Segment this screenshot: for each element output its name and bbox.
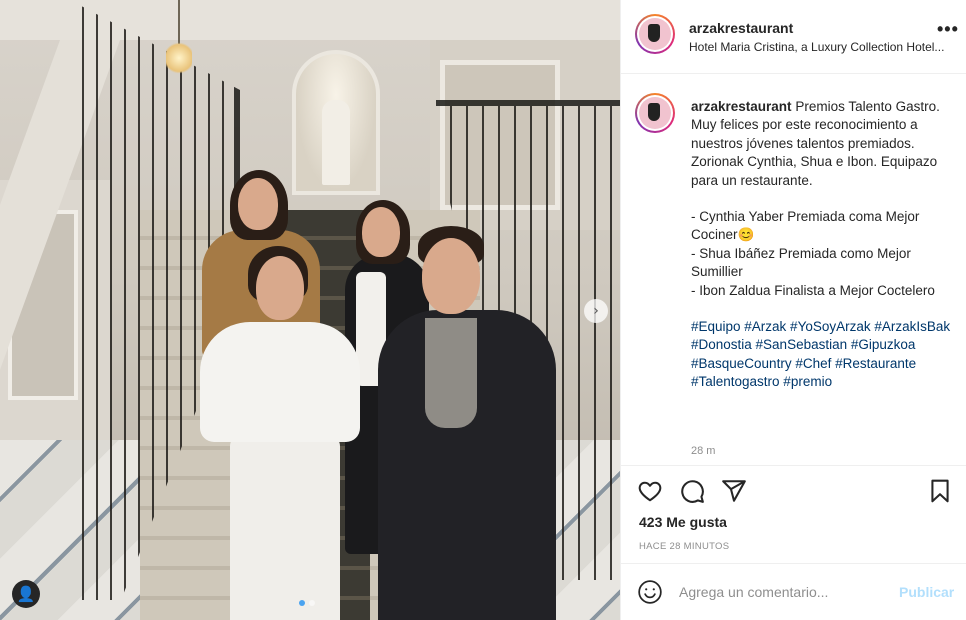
post-photo[interactable]: › 👤 bbox=[0, 0, 620, 620]
post-location[interactable]: Hotel Maria Cristina, a Luxury Collectio… bbox=[689, 40, 951, 54]
divider bbox=[621, 73, 966, 74]
avatar[interactable] bbox=[635, 93, 675, 133]
comment-icon[interactable] bbox=[679, 478, 705, 504]
post-sidebar: arzakrestaurant Hotel Maria Cristina, a … bbox=[620, 0, 966, 620]
post-timestamp[interactable]: HACE 28 MINUTOS bbox=[639, 541, 729, 552]
caption-line: - Shua Ibáñez Premiada como Mejor Sumill… bbox=[691, 245, 911, 280]
divider bbox=[621, 465, 966, 466]
caption-time: 28 m bbox=[691, 445, 716, 457]
avatar[interactable] bbox=[635, 14, 675, 54]
carousel-next-button[interactable]: › bbox=[584, 299, 608, 323]
post-username[interactable]: arzakrestaurant bbox=[689, 20, 793, 36]
caption-line: - Ibon Zaldua Finalista a Mejor Cocteler… bbox=[691, 282, 935, 298]
divider bbox=[621, 563, 966, 564]
lamp-cord bbox=[178, 0, 180, 44]
likes-count[interactable]: 423 Me gusta bbox=[639, 514, 727, 530]
user-tag-icon[interactable]: 👤 bbox=[12, 580, 40, 608]
carousel-dot bbox=[299, 600, 305, 606]
carousel-indicator bbox=[299, 600, 315, 606]
caption-hashtags[interactable]: #Equipo #Arzak #YoSoyArzak #ArzakIsBak #… bbox=[691, 318, 961, 392]
post-caption: arzakrestaurant Premios Talento Gastro. … bbox=[691, 98, 961, 392]
comment-input[interactable] bbox=[679, 581, 889, 603]
statue bbox=[322, 100, 350, 185]
heart-icon[interactable] bbox=[637, 478, 663, 504]
lamp bbox=[166, 40, 192, 76]
carousel-dot bbox=[309, 600, 315, 606]
publish-button[interactable]: Publicar bbox=[899, 584, 954, 600]
bookmark-icon[interactable] bbox=[927, 478, 953, 504]
share-icon[interactable] bbox=[721, 478, 747, 504]
more-options-icon[interactable]: ••• bbox=[937, 20, 959, 38]
caption-username[interactable]: arzakrestaurant bbox=[691, 99, 792, 114]
emoji-icon[interactable] bbox=[637, 579, 663, 605]
caption-line: - Cynthia Yaber Premiada coma Mejor Coci… bbox=[691, 209, 920, 243]
caption-text: arzakrestaurant Premios Talento Gastro. … bbox=[691, 98, 961, 190]
